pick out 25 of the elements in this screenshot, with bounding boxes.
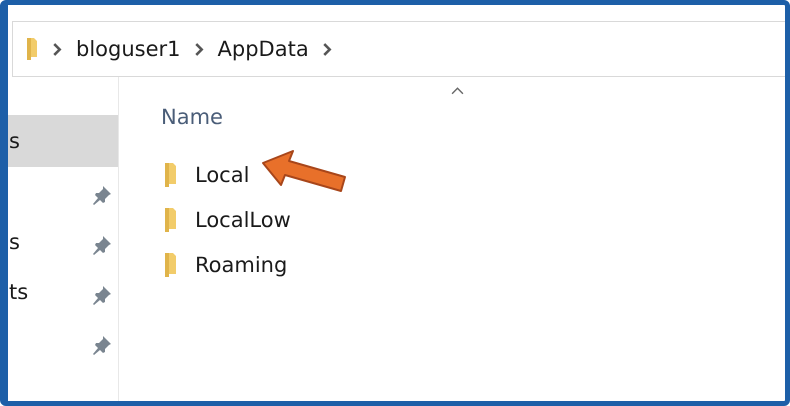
nav-label: s xyxy=(9,230,20,254)
folder-row[interactable]: LocalLow xyxy=(165,197,365,242)
nav-item[interactable]: ts xyxy=(8,267,118,317)
nav-item[interactable]: s xyxy=(8,217,118,267)
chevron-icon xyxy=(53,42,62,56)
folder-icon xyxy=(27,38,39,60)
pin-icon[interactable] xyxy=(92,185,112,205)
nav-label: s xyxy=(9,129,20,153)
column-header[interactable]: Name xyxy=(161,105,223,129)
nav-label: ts xyxy=(9,280,28,304)
pin-icon[interactable] xyxy=(92,285,112,305)
nav-item[interactable]: s xyxy=(8,115,118,167)
breadcrumb-item[interactable]: bloguser1 xyxy=(76,37,181,61)
address-bar[interactable]: bloguser1 AppData xyxy=(12,21,785,77)
pin-icon[interactable] xyxy=(92,335,112,355)
sort-caret-icon xyxy=(451,87,464,95)
folder-icon xyxy=(165,208,179,232)
folder-icon xyxy=(165,252,179,276)
folder-row[interactable]: Local xyxy=(165,152,365,197)
folder-row[interactable]: Roaming xyxy=(165,242,365,287)
folder-icon xyxy=(165,162,179,186)
chevron-icon[interactable] xyxy=(322,42,332,56)
pin-icon[interactable] xyxy=(92,235,112,255)
chevron-icon xyxy=(194,42,204,56)
breadcrumb-item[interactable]: AppData xyxy=(218,37,309,61)
